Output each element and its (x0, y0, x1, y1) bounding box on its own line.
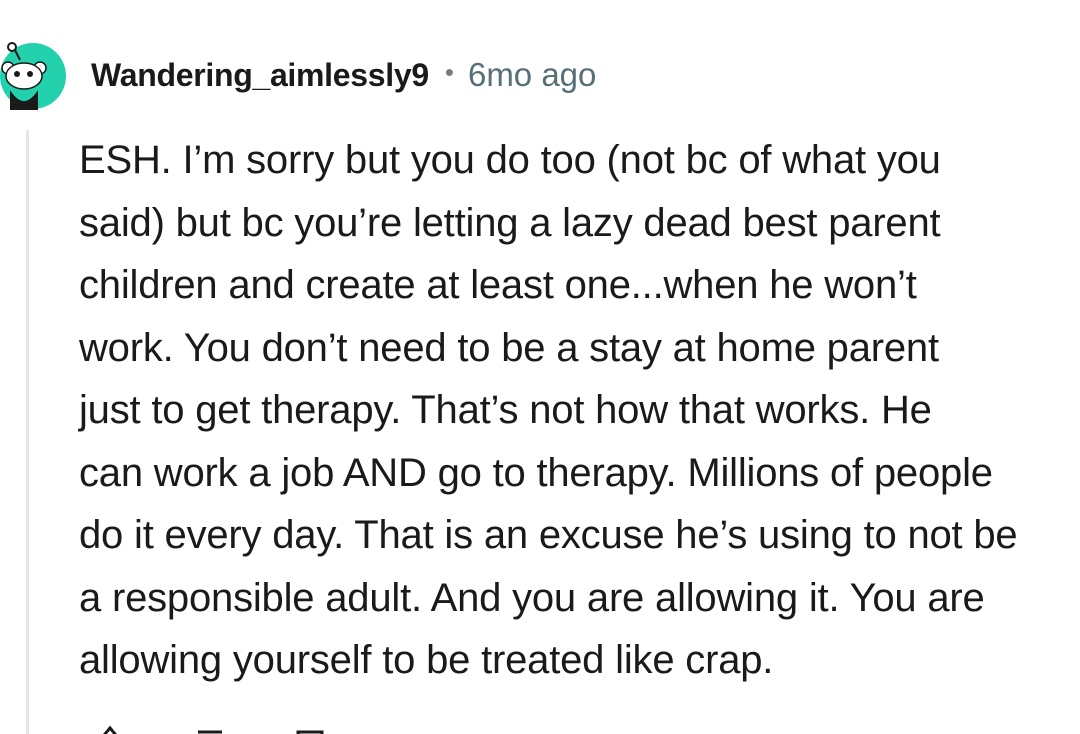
separator-dot: • (444, 56, 454, 87)
comment-text-line: can work a job AND go to therapy. Millio… (79, 450, 993, 495)
comment-text-line: allowing yourself to be treated like cra… (79, 638, 774, 682)
reply-icon[interactable] (190, 724, 230, 734)
comment-timestamp: 6mo ago (467, 56, 597, 93)
share-icon[interactable] (290, 724, 330, 734)
comment-text-line: just to get therapy. That’s not how that… (79, 388, 932, 432)
comment-text-line: do it every day. That is an excuse he’s … (79, 513, 1018, 557)
upvote-icon[interactable] (90, 724, 130, 734)
comment-actions (90, 724, 330, 734)
comment-text-line: work. You don’t need to be a stay at hom… (79, 325, 939, 370)
comment-screen: Wandering_aimlessly9 • 6mo ago ESH. I’m … (0, 0, 1080, 734)
author-username[interactable]: Wandering_aimlessly9 (91, 57, 429, 94)
comment-header: Wandering_aimlessly9 • 6mo ago (91, 50, 596, 100)
thread-collapse-line[interactable] (26, 130, 29, 734)
comment-text-line: said) but bc you’re letting a lazy dead … (79, 200, 941, 245)
snoo-avatar-icon (0, 42, 66, 110)
comment-body: ESH. I’m sorry but you do too (not bc of… (79, 129, 1080, 692)
comment-text-line: ESH. I’m sorry but you do too (not bc of… (79, 138, 941, 182)
comment-text-line: children and create at least one...when … (79, 263, 917, 307)
comment-text-line: a responsible adult. And you are allowin… (79, 575, 985, 620)
avatar[interactable] (0, 38, 66, 110)
